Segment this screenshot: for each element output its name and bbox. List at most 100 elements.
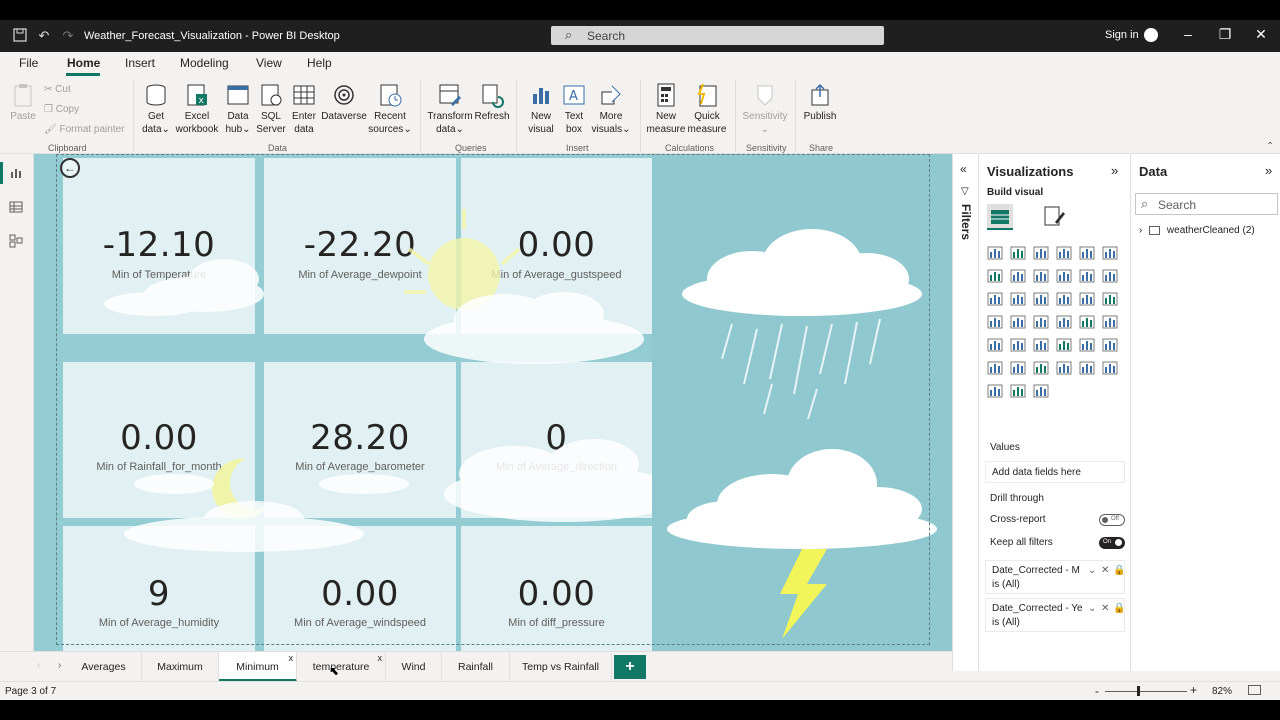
visual-type-icon[interactable] (1079, 292, 1097, 308)
report-canvas[interactable]: -12.10 Min of Temperature -22.20 Min of … (34, 154, 952, 665)
visual-type-icon[interactable] (1102, 315, 1120, 331)
visual-type-icon[interactable] (987, 292, 1005, 308)
visual-type-icon[interactable] (987, 315, 1005, 331)
collapse-data-pane-icon[interactable]: » (1265, 163, 1272, 178)
visual-type-icon[interactable] (987, 338, 1005, 354)
visual-type-icon[interactable] (1056, 361, 1074, 377)
visual-type-icon[interactable] (1056, 269, 1074, 285)
cut-button[interactable]: ✂ Cut (44, 84, 71, 95)
chevron-down-icon[interactable]: ⌄ (1088, 602, 1096, 616)
chevron-down-icon[interactable]: ⌄ (1088, 564, 1096, 578)
sign-in-link[interactable]: Sign in (1105, 29, 1139, 41)
visual-type-icon[interactable] (1079, 315, 1097, 331)
scroll-left-icon[interactable]: ‹ (37, 660, 40, 671)
keep-all-filters-toggle[interactable]: On (1099, 537, 1125, 549)
visual-type-icon[interactable] (1033, 361, 1051, 377)
visual-type-icon[interactable] (1056, 292, 1074, 308)
visual-type-icon[interactable] (987, 246, 1005, 262)
menu-help[interactable]: Help (307, 56, 332, 70)
values-drop-zone[interactable]: Add data fields here (985, 461, 1125, 483)
page-tab[interactable]: temperature x (297, 652, 386, 682)
sensitivity-button[interactable]: Sensitivity ⌄ (740, 82, 790, 136)
visual-type-icon[interactable] (1056, 246, 1074, 262)
model-view-icon[interactable] (9, 234, 25, 248)
back-arrow-icon[interactable]: ← (60, 158, 80, 178)
collapse-ribbon-icon[interactable]: ⌃ (1266, 141, 1274, 152)
publish-button[interactable]: Publish (802, 82, 838, 123)
text-box-button[interactable]: A Text box (558, 82, 590, 136)
visual-type-icon[interactable] (1033, 384, 1051, 400)
zoom-out-icon[interactable]: - (1095, 684, 1099, 698)
more-visuals-button[interactable]: More visuals⌄ (590, 82, 632, 136)
clear-filter-icon[interactable]: ✕ (1101, 564, 1109, 578)
restore-icon[interactable]: ❐ (1215, 26, 1235, 43)
visual-type-icon[interactable] (1056, 338, 1074, 354)
lock-icon[interactable]: 🔒 (1113, 602, 1125, 616)
visual-type-icon[interactable] (1010, 384, 1028, 400)
table-tree-item[interactable]: › weatherCleaned (2) (1139, 225, 1255, 236)
visual-type-icon[interactable] (1102, 292, 1120, 308)
visual-type-icon[interactable] (1010, 361, 1028, 377)
visual-type-icon[interactable] (1079, 246, 1097, 262)
visual-type-icon[interactable] (1102, 338, 1120, 354)
visual-type-icon[interactable] (1102, 269, 1120, 285)
page-tab[interactable]: Wind (386, 652, 442, 682)
chevron-right-icon[interactable]: › (1139, 225, 1142, 236)
visual-type-icon[interactable] (1033, 269, 1051, 285)
visual-type-icon[interactable] (1010, 338, 1028, 354)
undo-icon[interactable]: ↶ (36, 28, 52, 44)
refresh-button[interactable]: Refresh (474, 82, 510, 123)
page-tab-active[interactable]: Minimum x (219, 652, 297, 682)
menu-view[interactable]: View (256, 56, 282, 70)
visual-type-icon[interactable] (1079, 338, 1097, 354)
visual-type-icon[interactable] (987, 384, 1005, 400)
visual-type-icon[interactable] (987, 269, 1005, 285)
zoom-in-icon[interactable]: + (1190, 683, 1197, 697)
page-tab[interactable]: Maximum (142, 652, 219, 682)
lock-icon[interactable]: 🔒 (1113, 564, 1125, 578)
fit-to-page-icon[interactable] (1248, 685, 1261, 695)
visual-type-icon[interactable] (1033, 315, 1051, 331)
format-visual-tab[interactable] (1043, 204, 1065, 228)
cross-report-toggle[interactable]: Off (1099, 514, 1125, 526)
zoom-slider-thumb[interactable] (1137, 686, 1140, 696)
dataverse-button[interactable]: Dataverse (321, 82, 367, 123)
visual-type-icon[interactable] (1102, 361, 1120, 377)
format-painter-button[interactable]: 🖌 Format painter (44, 124, 125, 135)
visual-type-icon[interactable] (1033, 338, 1051, 354)
close-icon[interactable]: ✕ (1251, 26, 1271, 43)
paste-button[interactable]: Paste (8, 82, 38, 123)
visual-type-icon[interactable] (1033, 292, 1051, 308)
save-icon[interactable] (12, 28, 28, 44)
table-view-icon[interactable] (9, 200, 25, 214)
minimize-icon[interactable]: – (1178, 26, 1198, 42)
visual-type-icon[interactable] (987, 361, 1005, 377)
new-visual-button[interactable]: New visual (524, 82, 558, 136)
new-measure-button[interactable]: New measure (646, 82, 686, 136)
get-data-button[interactable]: Get data⌄ (138, 82, 174, 136)
redo-icon[interactable]: ↷ (60, 28, 76, 44)
copy-button[interactable]: ❐ Copy (44, 104, 79, 115)
visual-type-icon[interactable] (1033, 246, 1051, 262)
search-input[interactable]: ⌕ Search (551, 26, 884, 45)
menu-file[interactable]: File (19, 56, 38, 70)
build-visual-tab[interactable] (987, 204, 1013, 230)
data-hub-button[interactable]: Data hub⌄ (222, 82, 254, 136)
visual-type-icon[interactable] (1079, 361, 1097, 377)
close-tab-icon[interactable]: x (378, 653, 383, 663)
collapse-visualizations-icon[interactable]: » (1111, 163, 1118, 178)
clear-filter-icon[interactable]: ✕ (1101, 602, 1109, 616)
visual-type-icon[interactable] (1010, 246, 1028, 262)
add-page-button[interactable]: + (614, 655, 646, 679)
quick-measure-button[interactable]: Quick measure (686, 82, 728, 136)
scroll-right-icon[interactable]: › (58, 660, 61, 671)
page-tab[interactable]: Averages (66, 652, 142, 682)
menu-modeling[interactable]: Modeling (180, 56, 229, 70)
menu-home[interactable]: Home (67, 56, 100, 70)
report-view-icon[interactable] (9, 166, 25, 180)
menu-insert[interactable]: Insert (125, 56, 155, 70)
visual-type-icon[interactable] (1010, 292, 1028, 308)
avatar[interactable] (1144, 28, 1158, 42)
excel-workbook-button[interactable]: x Excel workbook (174, 82, 220, 136)
close-tab-icon[interactable]: x (289, 653, 294, 663)
